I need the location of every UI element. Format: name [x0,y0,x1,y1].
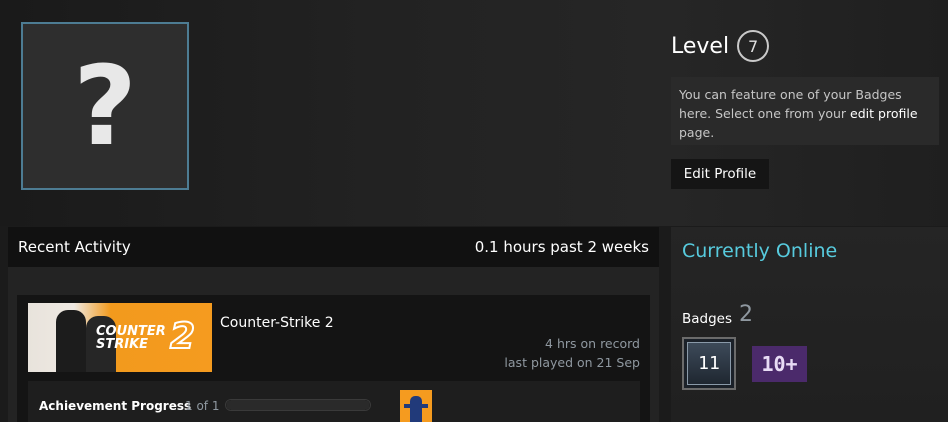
profile-level: Level 7 [671,30,770,62]
recent-activity-title[interactable]: Recent Activity [18,238,131,256]
game-capsule-image[interactable]: COUNTER STRIKE 2 [28,303,212,372]
recent-activity-summary: 0.1 hours past 2 weeks [474,238,649,256]
featured-badge-placeholder: You can feature one of your Badges here.… [671,77,939,145]
achievement-icon-figure [404,404,428,408]
achievement-icon-figure [410,396,422,422]
badge-game-collector[interactable]: 10+ [752,346,807,382]
achievement-progress-label[interactable]: Achievement Progress [39,399,191,413]
level-badge[interactable]: 7 [737,30,770,62]
badge-years-of-service[interactable]: 11 [682,337,736,390]
edit-profile-button[interactable]: Edit Profile [671,159,769,189]
achievement-progress-fill [226,400,370,410]
avatar[interactable]: ? [21,22,189,190]
game-hours-on-record: 4 hrs on record [545,336,640,351]
edit-profile-link[interactable]: edit profile [850,106,917,121]
avatar-placeholder-glyph: ? [73,42,137,170]
banner-logo-line: STRIKE [96,337,149,352]
game-last-played: last played on 21 Sep [504,355,640,370]
feature-text-end: page. [679,125,715,140]
achievement-count: 1 of 1 [185,399,220,413]
achievement-icon[interactable] [400,390,432,422]
online-status: Currently Online [682,240,838,262]
badges-link[interactable]: Badges [682,311,732,327]
banner-logo-number: 2 [169,316,196,357]
recent-activity-header: Recent Activity 0.1 hours past 2 weeks [8,227,659,267]
level-label: Level [671,33,730,59]
achievement-progress-bar [225,399,371,411]
game-name-link[interactable]: Counter-Strike 2 [220,315,334,331]
banner-logo-text: COUNTER STRIKE [96,325,166,351]
banner-soldier-figure [56,310,86,372]
badge-years-label: 11 [687,342,731,385]
badges-count[interactable]: 2 [739,302,753,327]
